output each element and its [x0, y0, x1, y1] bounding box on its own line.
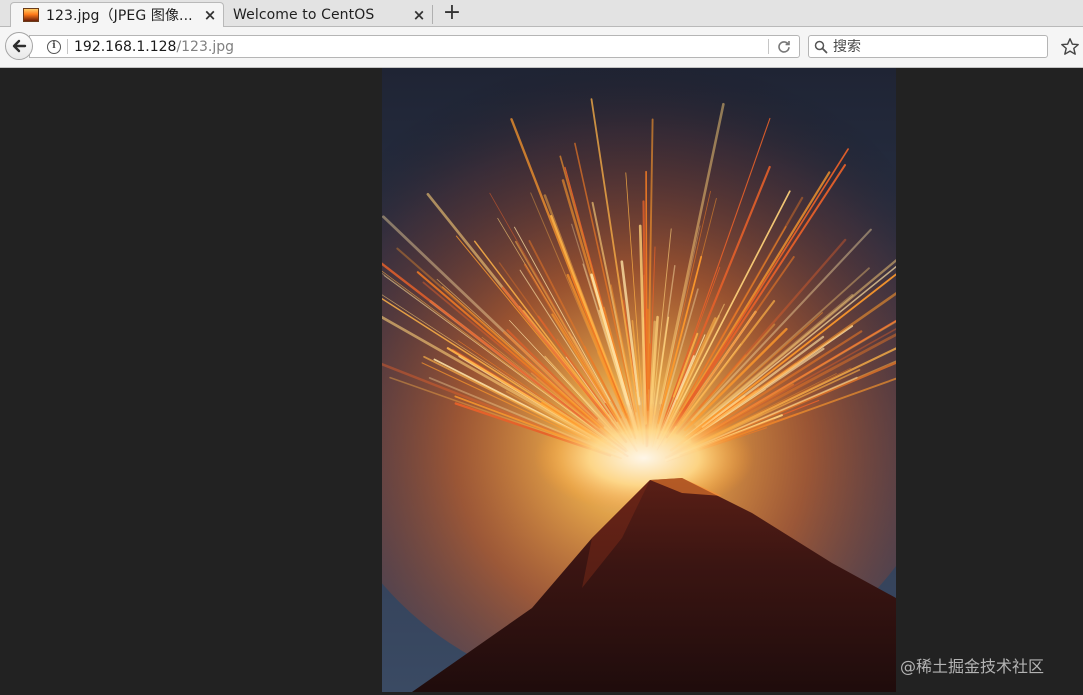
tab-bar: 123.jpg（JPEG 图像... × Welcome to CentOS ×…	[0, 0, 1083, 27]
tab-title: Welcome to CentOS	[233, 6, 375, 23]
tab-welcome-centos[interactable]: Welcome to CentOS ×	[225, 2, 433, 27]
image-thumbnail-icon	[23, 8, 39, 22]
back-arrow-icon	[12, 39, 27, 53]
lava-spark	[648, 343, 651, 390]
navigation-toolbar: i 192.168.1.128 /123.jpg	[0, 27, 1083, 68]
volcano-eruption-photo[interactable]	[382, 68, 896, 692]
url-divider	[67, 39, 68, 54]
image-viewer: @稀土掘金技术社区	[0, 68, 1083, 695]
search-icon	[814, 40, 828, 54]
site-info-icon[interactable]: i	[47, 39, 61, 54]
bookmark-star-icon[interactable]	[1060, 37, 1080, 57]
tab-image[interactable]: 123.jpg（JPEG 图像... ×	[10, 2, 224, 27]
search-bar[interactable]	[808, 35, 1048, 58]
url-path[interactable]: /123.jpg	[176, 39, 234, 55]
url-host[interactable]: 192.168.1.128	[74, 39, 176, 55]
close-tab-icon[interactable]: ×	[201, 6, 219, 24]
close-tab-icon[interactable]: ×	[410, 6, 428, 24]
search-input[interactable]	[833, 38, 1033, 55]
watermark-text: @稀土掘金技术社区	[900, 657, 1045, 676]
reload-icon[interactable]	[769, 36, 799, 57]
browser-window: 123.jpg（JPEG 图像... × Welcome to CentOS ×…	[0, 0, 1083, 695]
tab-title: 123.jpg（JPEG 图像...	[46, 8, 193, 24]
url-bar[interactable]: i 192.168.1.128 /123.jpg	[29, 35, 800, 58]
back-button[interactable]	[5, 32, 33, 60]
new-tab-button[interactable]: +	[441, 2, 463, 24]
